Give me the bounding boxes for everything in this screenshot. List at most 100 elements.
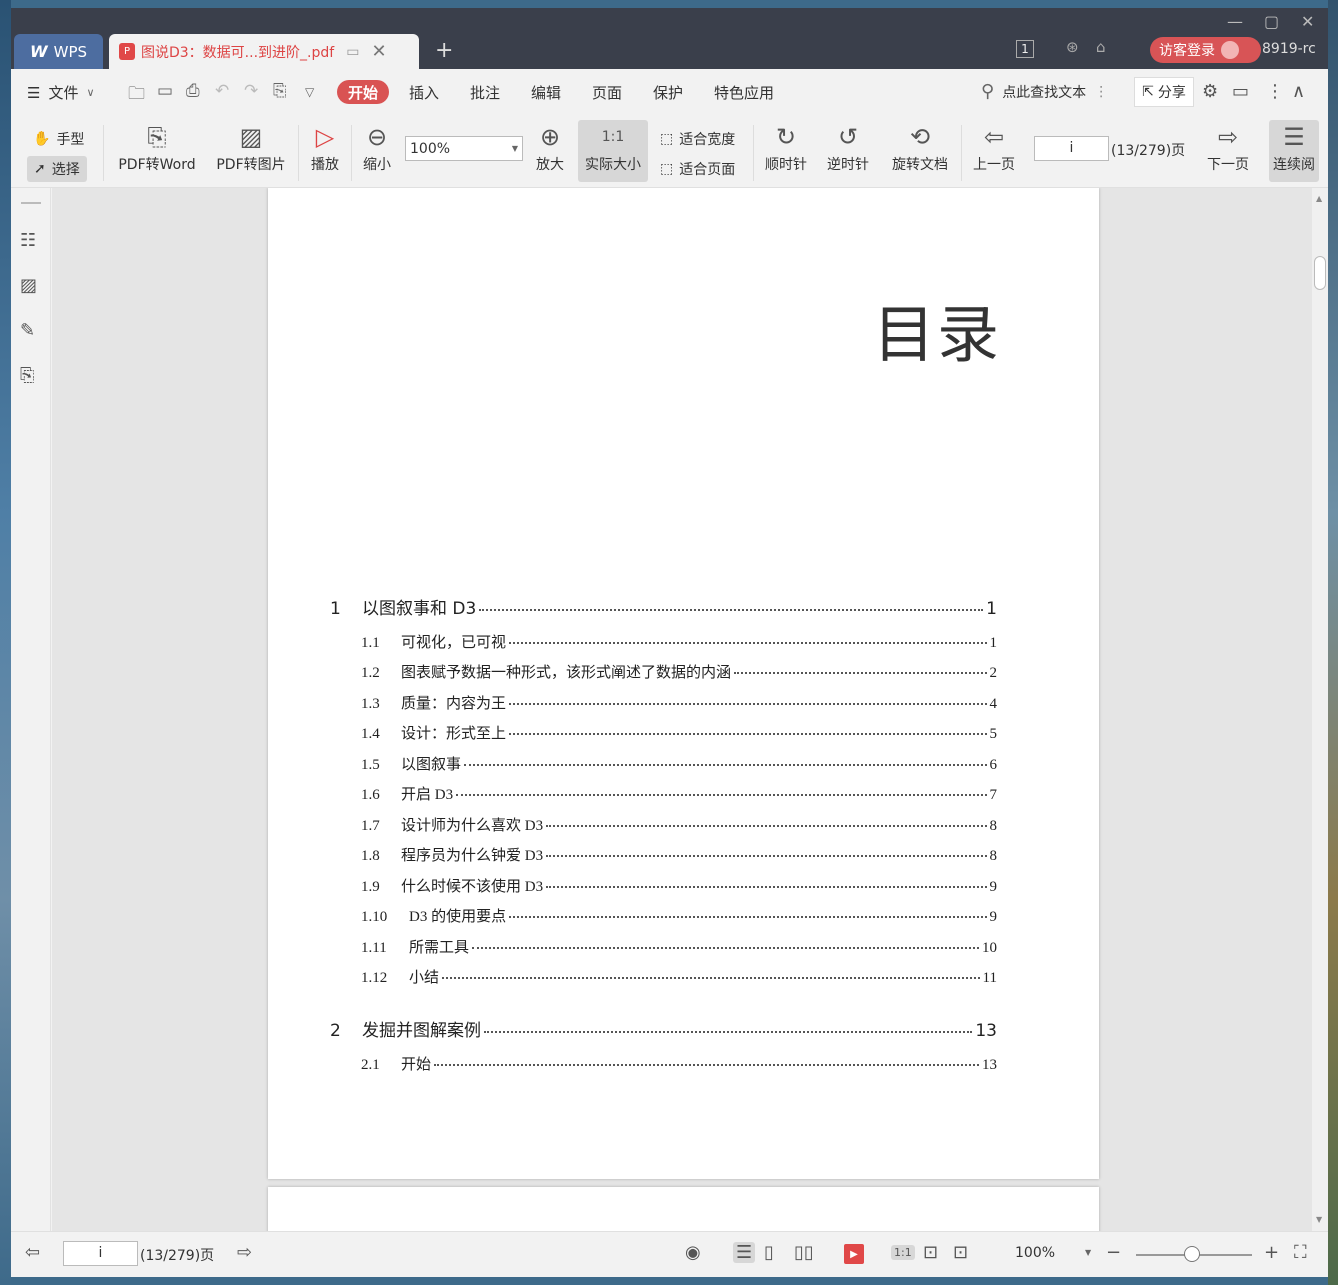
undo-icon[interactable]: ↶: [215, 81, 229, 101]
search-options-icon[interactable]: ⋮: [1094, 84, 1108, 100]
guest-login-label: 访客登录: [1159, 43, 1215, 59]
pin-tab-icon[interactable]: ▭: [346, 44, 359, 60]
collapse-ribbon-icon[interactable]: ∧: [1292, 81, 1305, 102]
continuous-view-icon[interactable]: ☰: [733, 1242, 756, 1263]
page-number-input[interactable]: i: [1034, 136, 1109, 161]
thumbnail-image-icon[interactable]: ▨: [20, 275, 37, 296]
share-button[interactable]: ⇱ 分享: [1134, 77, 1194, 107]
eye-protection-icon[interactable]: ◉: [685, 1242, 701, 1263]
document-tab[interactable]: P 图说D3：数据可...到进阶_.pdf ▭ ✕: [109, 34, 419, 69]
zoom-in-status-icon[interactable]: +: [1264, 1242, 1279, 1263]
toc-section-entry[interactable]: 1.12 小结 11: [361, 966, 997, 987]
next-page-button[interactable]: ⇨ 下一页: [1203, 120, 1253, 174]
save-icon[interactable]: ▭: [157, 81, 173, 101]
previous-page-button[interactable]: ⇦ 上一页: [969, 120, 1019, 174]
tab-annotate[interactable]: 批注: [470, 80, 500, 104]
fit-width-button[interactable]: ⬚ 适合宽度: [660, 129, 735, 149]
toc-section-entry[interactable]: 1.5 以图叙事 6: [361, 753, 997, 774]
toc-section-entry[interactable]: 1.1 可视化，已可视 1: [361, 631, 997, 652]
tab-special-apps[interactable]: 特色应用: [714, 80, 774, 104]
toc-section-entry[interactable]: 1.11 所需工具 10: [361, 936, 997, 957]
rotate-counterclockwise-label: 逆时针: [827, 157, 869, 173]
toc-chapter-entry[interactable]: 1 以图叙事和 D3 1: [330, 594, 997, 619]
guest-login-button[interactable]: 访客登录: [1150, 37, 1261, 63]
file-menu[interactable]: ☰ 文件 ∨: [27, 82, 95, 103]
toc-section-entry[interactable]: 1.6 开启 D3 7: [361, 783, 997, 804]
toc-section-entry[interactable]: 1.9 什么时候不该使用 D3 9: [361, 875, 997, 896]
zoom-out-status-icon[interactable]: −: [1106, 1242, 1121, 1263]
cloud-sync-icon[interactable]: ⊛: [1066, 38, 1079, 56]
continuous-read-button[interactable]: ☰ 连续阅: [1269, 120, 1319, 182]
two-page-view-icon[interactable]: ▯▯: [794, 1242, 814, 1263]
zoom-out-button[interactable]: ⊖ 缩小: [359, 120, 395, 174]
toc-section-entry[interactable]: 1.7 设计师为什么喜欢 D3 8: [361, 814, 997, 835]
new-tab-button[interactable]: +: [435, 38, 453, 63]
print-icon[interactable]: ⎙: [186, 81, 200, 101]
tab-protect[interactable]: 保护: [653, 80, 683, 104]
toc-section-entry[interactable]: 1.4 设计：形式至上 5: [361, 722, 997, 743]
zoom-slider-handle[interactable]: [1184, 1246, 1200, 1262]
status-zoom-level[interactable]: 100%: [1015, 1245, 1055, 1261]
redo-icon[interactable]: ↷: [244, 81, 258, 101]
zoom-in-button[interactable]: ⊕ 放大: [532, 120, 568, 174]
more-options-icon[interactable]: ⋮: [1266, 81, 1284, 102]
outline-list-icon[interactable]: ☷: [20, 230, 36, 251]
toc-section-entry[interactable]: 1.8 程序员为什么钟爱 D3 8: [361, 844, 997, 865]
skin-icon[interactable]: ⌂: [1096, 38, 1106, 56]
close-window-icon[interactable]: ✕: [1301, 12, 1314, 31]
previous-page-icon[interactable]: ⇦: [25, 1242, 40, 1263]
find-text-search[interactable]: ⚲ 点此查找文本 ⋮: [981, 81, 1108, 102]
toc-chapter-entry[interactable]: 2 发掘并图解案例 13: [330, 1016, 997, 1041]
open-folder-icon[interactable]: 🗀: [128, 81, 145, 110]
scrollbar-thumb[interactable]: [1314, 256, 1326, 290]
fit-page-icon: ⬚: [660, 161, 674, 177]
pdf-to-image-button[interactable]: ▨ PDF转图片: [214, 120, 288, 174]
actual-size-status-icon[interactable]: 1:1: [891, 1245, 915, 1260]
rotate-clockwise-button[interactable]: ↻ 顺时针: [761, 120, 811, 174]
rotate-document-button[interactable]: ⟲ 旋转文档: [887, 120, 953, 174]
tab-edit[interactable]: 编辑: [531, 80, 561, 104]
zoom-level-value: 100%: [410, 140, 451, 157]
fit-page-button[interactable]: ⬚ 适合页面: [660, 159, 735, 179]
toc-section-entry[interactable]: 1.10 D3 的使用要点 9: [361, 905, 997, 926]
zoom-dropdown-icon[interactable]: ▼: [1085, 1248, 1091, 1257]
slideshow-play-icon[interactable]: ▶: [844, 1244, 864, 1264]
fit-width-status-icon[interactable]: ⊡: [953, 1242, 968, 1263]
actual-size-button[interactable]: 1:1 实际大小: [578, 120, 648, 182]
single-page-view-icon[interactable]: ▯: [764, 1242, 774, 1263]
toc-page-number: 5: [989, 726, 998, 742]
pdf-to-word-button[interactable]: ⎘ PDF转Word: [113, 120, 201, 174]
toc-section-entry[interactable]: 1.2 图表赋予数据一种形式，该形式阐述了数据的内涵 2: [361, 661, 997, 682]
document-viewer[interactable]: 目录 1 以图叙事和 D3 1 1.1 可视化，已可视 1 1.2 图表赋予数据…: [52, 188, 1312, 1231]
rotate-counterclockwise-button[interactable]: ↺ 逆时针: [823, 120, 873, 174]
toc-section-entry[interactable]: 2.1 开始 13: [361, 1053, 997, 1074]
wps-home-tab[interactable]: W WPS: [14, 34, 103, 69]
zoom-level-select[interactable]: 100% ▼: [405, 136, 523, 161]
scroll-down-icon[interactable]: ▼: [1316, 1215, 1322, 1224]
sidebar-grip[interactable]: [21, 202, 41, 204]
tab-start[interactable]: 开始: [337, 80, 390, 104]
fit-page-status-icon[interactable]: ⊡: [923, 1242, 938, 1263]
toc-section-entry[interactable]: 1.3 质量：内容为王 4: [361, 692, 997, 713]
export-icon[interactable]: ⎘: [273, 81, 287, 101]
tab-page[interactable]: 页面: [592, 80, 622, 104]
comment-icon[interactable]: ▭: [1232, 81, 1249, 102]
next-page-icon[interactable]: ⇨: [237, 1242, 252, 1263]
scroll-up-icon[interactable]: ▲: [1316, 194, 1322, 203]
status-page-input[interactable]: i: [63, 1241, 138, 1266]
maximize-icon[interactable]: ▢: [1264, 12, 1279, 31]
fullscreen-icon[interactable]: ⛶: [1294, 1242, 1307, 1263]
minimize-icon[interactable]: —: [1227, 12, 1243, 31]
select-tool-button[interactable]: ➚ 选择: [27, 156, 87, 182]
play-button[interactable]: ▷ 播放: [307, 120, 343, 174]
annotation-pen-icon[interactable]: ✎: [20, 320, 35, 341]
vertical-scrollbar[interactable]: ▲ ▼: [1312, 188, 1328, 1231]
close-tab-icon[interactable]: ✕: [371, 41, 386, 62]
tab-count-badge[interactable]: 1: [1016, 40, 1034, 58]
tab-insert[interactable]: 插入: [409, 80, 439, 104]
settings-gear-icon[interactable]: ⚙: [1202, 81, 1218, 102]
signature-icon[interactable]: ⎘: [20, 365, 34, 386]
hand-tool-button[interactable]: ✋ 手型: [29, 127, 88, 151]
more-quick-access-icon[interactable]: ▽: [305, 85, 314, 99]
toc-section-number: 1.7: [361, 818, 380, 834]
